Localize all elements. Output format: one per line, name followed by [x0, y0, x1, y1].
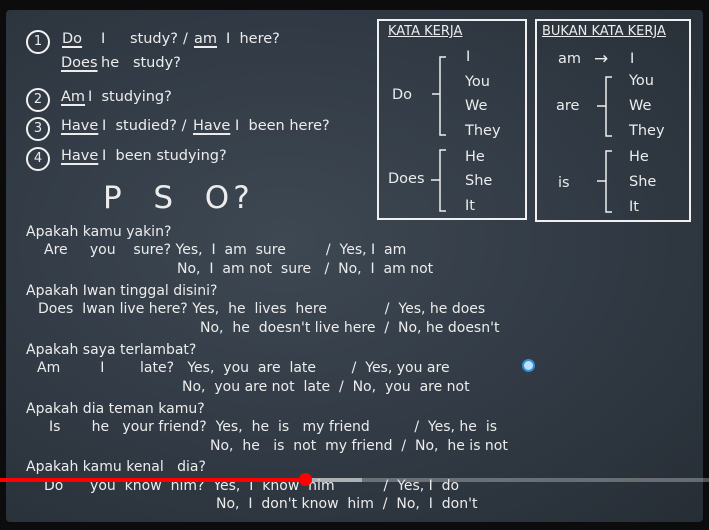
played-bar — [0, 478, 305, 482]
bukan-kata-kerja-title: BUKAN KATA KERJA — [542, 24, 666, 39]
q2-rest: I studying? — [88, 89, 172, 105]
word-have-2: Have — [193, 118, 231, 134]
video-progress-bar[interactable] — [0, 478, 709, 482]
word-have-1: Have — [61, 118, 99, 134]
pronoun-it: It — [465, 198, 475, 214]
word-does: Does — [61, 55, 98, 71]
example-question: Apakah saya terlambat? — [26, 342, 197, 358]
pronoun-you: You — [465, 74, 490, 90]
example-answer-line: No, he is not my friend / No, he is not — [210, 438, 508, 454]
pronoun-he: He — [465, 149, 485, 165]
pronoun-she: She — [465, 173, 493, 189]
example-answer-line: No, I don't know him / No, I don't — [216, 496, 478, 512]
word-i: I — [101, 31, 106, 47]
slash: / — [183, 31, 188, 47]
label-does: Does — [388, 171, 425, 187]
word-do: Do — [62, 31, 83, 47]
q3-mid: I studied? / — [102, 118, 187, 134]
word-am-2: Am — [61, 89, 86, 105]
pronoun-i: I — [466, 49, 471, 65]
example-answer-line: Am I late? Yes, you are late / Yes, you … — [37, 360, 450, 376]
q4-rest: I been studying? — [102, 148, 227, 164]
is-it: It — [629, 199, 639, 215]
does-rest: he study? — [101, 55, 181, 71]
arrow-icon: → — [594, 49, 609, 69]
brace-are — [597, 76, 612, 137]
kata-kerja-box — [377, 19, 527, 220]
example-question: Apakah dia teman kamu? — [26, 401, 205, 417]
scrubber-handle[interactable] — [298, 473, 312, 486]
are-you: You — [629, 73, 654, 89]
example-answer-line: Are you sure? Yes, I am sure / Yes, I am — [44, 242, 407, 258]
brace-do — [432, 56, 446, 136]
number-badge-1: 1 — [26, 30, 50, 54]
number-badge-4: 4 — [26, 147, 50, 171]
label-do: Do — [392, 87, 413, 103]
example-question: Apakah kamu kenal dia? — [26, 459, 206, 475]
example-answer-line: No, he doesn't live here / No, he doesn'… — [200, 320, 500, 336]
example-answer-line: Is he your friend? Yes, he is my friend … — [49, 419, 497, 435]
example-question: Apakah kamu yakin? — [26, 224, 172, 240]
q3-end: I been here? — [235, 118, 330, 134]
pronoun-they: They — [465, 123, 501, 139]
kata-kerja-title: KATA KERJA — [388, 24, 463, 39]
example-answer-line: No, you are not late / No, you are not — [182, 379, 470, 395]
example-answer-line: No, I am not sure / No, I am not — [177, 261, 434, 277]
are-we: We — [629, 98, 652, 114]
number-badge-2: 2 — [26, 88, 50, 112]
word-i-here: I here? — [226, 31, 280, 47]
example-answer-line: Does Iwan live here? Yes, he lives here … — [38, 301, 486, 317]
pso-heading: P S O? — [103, 180, 254, 216]
brace-is — [597, 150, 612, 213]
are-they: They — [629, 123, 665, 139]
word-am: am — [194, 31, 218, 47]
label-is: is — [558, 175, 570, 191]
is-she: She — [629, 174, 657, 190]
label-am: am — [558, 51, 582, 67]
mouse-cursor-icon — [522, 359, 535, 372]
number-badge-3: 3 — [26, 117, 50, 141]
label-are: are — [556, 98, 580, 114]
pronoun-we: We — [465, 98, 488, 114]
example-question: Apakah Iwan tinggal disini? — [26, 283, 218, 299]
brace-does — [431, 149, 446, 212]
is-he: He — [629, 149, 649, 165]
word-study: study? — [130, 31, 178, 47]
am-pronoun-i: I — [630, 51, 635, 67]
word-have-3: Have — [61, 148, 99, 164]
